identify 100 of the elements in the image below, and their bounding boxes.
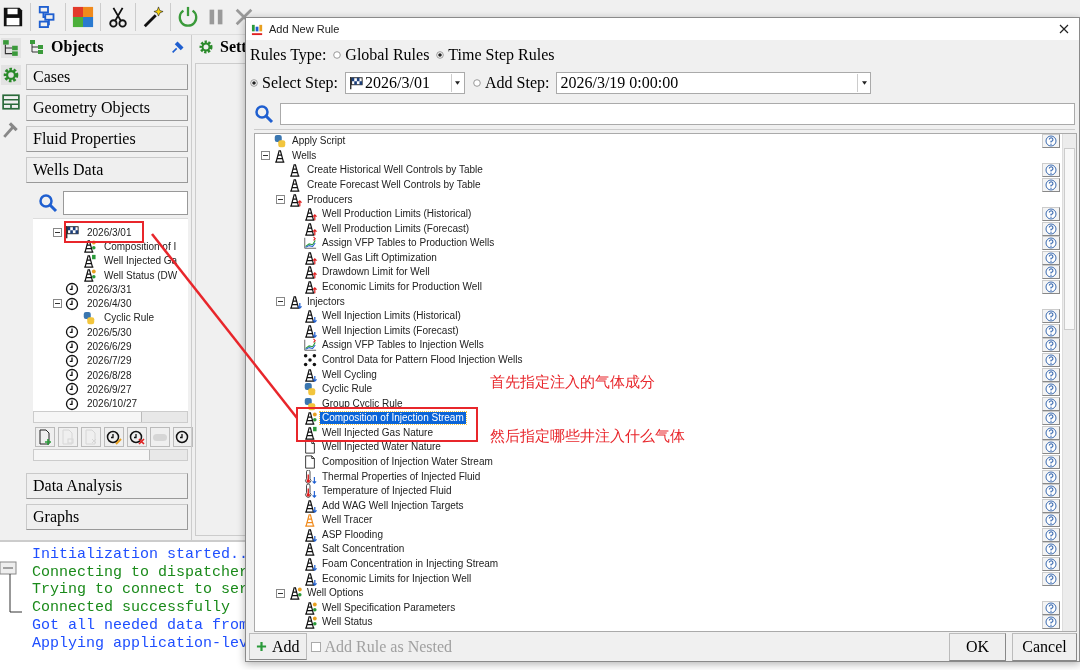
rule-item[interactable]: Control Data for Pattern Flood Injection Wells [320,353,525,366]
rule-item[interactable]: Composition of Injection Water Stream [320,456,495,468]
clock-button[interactable] [173,427,193,447]
help-button[interactable] [1042,484,1060,499]
help-button[interactable] [1042,600,1060,615]
help-button[interactable] [1042,309,1060,324]
help-button[interactable] [1042,425,1060,440]
section-button[interactable]: Data Analysis [26,473,188,499]
rule-item[interactable]: Temperature of Injected Fluid [320,485,454,498]
search-field[interactable] [63,191,188,215]
tree-item[interactable]: Cyclic Rule [104,312,154,324]
section-button[interactable]: Geometry Objects [26,95,188,121]
settings-icon[interactable] [1,65,21,85]
power-icon[interactable] [177,6,199,28]
rule-item[interactable]: Well Cycling [320,368,379,381]
radio-button[interactable] [250,79,258,87]
rule-item[interactable]: Well Gas Lift Optimization [320,251,439,264]
rule-item[interactable]: Well Injection Limits (Forecast) [320,324,461,337]
scrollbar[interactable] [33,449,188,461]
rule-item[interactable]: Well Specification Parameters [320,601,458,614]
date-dropdown[interactable]: 2026/3/01 [345,72,465,94]
rule-item[interactable]: Thermal Properties of Injected Fluid [320,470,483,483]
help-button[interactable] [1042,250,1060,265]
help-button[interactable] [1042,338,1060,353]
help-button[interactable] [1042,455,1060,469]
tree-item[interactable]: 2026/3/01 [87,226,132,238]
scrollbar[interactable] [1062,134,1076,631]
tree-item[interactable]: Well Status (DW [104,269,178,281]
help-button[interactable] [1042,396,1060,411]
section-button[interactable]: Cases [26,64,188,90]
collapse-toggle[interactable] [261,151,270,161]
help-button[interactable] [1042,542,1060,557]
rule-item[interactable]: Well Production Limits (Forecast) [320,222,472,235]
collapse-toggle[interactable] [53,299,62,309]
help-button[interactable] [1042,280,1060,295]
section-button[interactable]: Wells Data [26,157,188,183]
tree-item[interactable]: 2026/4/30 [87,298,132,310]
rule-item[interactable]: ASP Flooding [320,528,385,541]
help-button[interactable] [1042,221,1060,236]
rule-item[interactable]: Assign VFP Tables to Production Wells [320,237,497,250]
help-button[interactable] [1042,513,1060,528]
tree-item[interactable]: 2026/5/30 [87,326,132,338]
help-button[interactable] [1042,323,1060,338]
rule-item[interactable]: Composition of Injection Stream [320,412,466,425]
radio-label[interactable]: Select Step: [262,74,338,92]
radio-button[interactable] [436,51,445,59]
tree-item[interactable]: 2026/3/31 [87,283,132,295]
help-button[interactable] [1042,163,1060,178]
tree-item[interactable]: 2026/6/29 [87,341,132,352]
collapse-toggle[interactable] [276,588,285,598]
radio-label[interactable]: Time Step Rules [448,46,555,64]
rule-item[interactable]: Assign VFP Tables to Injection Wells [320,339,486,352]
help-button[interactable] [1042,440,1060,455]
rule-item[interactable]: Group Cyclic Rule [320,397,405,410]
rule-item[interactable]: Well Options [305,587,366,600]
help-button[interactable] [1042,527,1060,542]
tree-item[interactable]: 2026/7/29 [87,355,132,367]
tree-item[interactable]: 2026/9/27 [87,383,132,395]
layout-icon[interactable] [1,92,21,112]
help-button[interactable] [1042,469,1060,484]
date-dropdown[interactable]: 2026/3/19 0:00:00 [556,72,872,94]
tree-view-icon[interactable] [1,38,21,58]
rule-item[interactable]: Foam Concentration in Injecting Stream [320,558,501,571]
rule-item[interactable]: Create Forecast Well Controls by Table [305,179,483,191]
help-button[interactable] [1042,557,1060,572]
scissors-icon[interactable] [107,6,129,28]
rule-item[interactable]: Create Historical Well Controls by Table [305,164,485,177]
scrollbar[interactable] [33,411,188,423]
help-button[interactable] [1042,498,1060,513]
radio-button[interactable] [473,79,481,87]
rule-item[interactable]: Wells [290,149,319,162]
rule-item[interactable]: Well Injected Water Nature [320,441,443,454]
collapse-toggle[interactable] [276,195,285,205]
help-button[interactable] [1042,207,1060,222]
help-button[interactable] [1042,236,1060,251]
section-button[interactable]: Graphs [26,504,188,530]
radio-button[interactable] [333,51,342,59]
rule-item[interactable]: Economic Limits for Production Well [320,281,484,294]
collapse-toggle[interactable] [276,297,285,307]
rule-item[interactable]: Apply Script [290,135,348,148]
help-button[interactable] [1042,382,1060,397]
help-button[interactable] [1042,265,1060,280]
new-document-button[interactable] [35,427,55,447]
help-button[interactable] [1042,352,1060,367]
rule-item[interactable]: Add WAG Well Injection Targets [320,499,466,512]
cancel-button[interactable]: Cancel [1012,632,1077,661]
collapse-toggle[interactable] [53,227,62,237]
help-button[interactable] [1042,367,1060,382]
radio-label[interactable]: Add Step: [485,74,550,92]
rule-item[interactable]: Producers [305,193,355,206]
rule-item[interactable]: Well Production Limits (Historical) [320,208,474,221]
radio-label[interactable]: Global Rules [345,46,430,64]
rule-item[interactable]: Well Injection Limits (Historical) [320,310,463,323]
search-field[interactable] [280,103,1075,125]
section-button[interactable]: Fluid Properties [26,126,188,152]
help-button[interactable] [1042,178,1060,192]
tree-item[interactable]: 2026/10/27 [87,398,138,410]
puzzle-icon[interactable] [72,6,94,28]
rule-item[interactable]: Drawdown Limit for Well [320,266,432,279]
help-button[interactable] [1042,571,1060,586]
